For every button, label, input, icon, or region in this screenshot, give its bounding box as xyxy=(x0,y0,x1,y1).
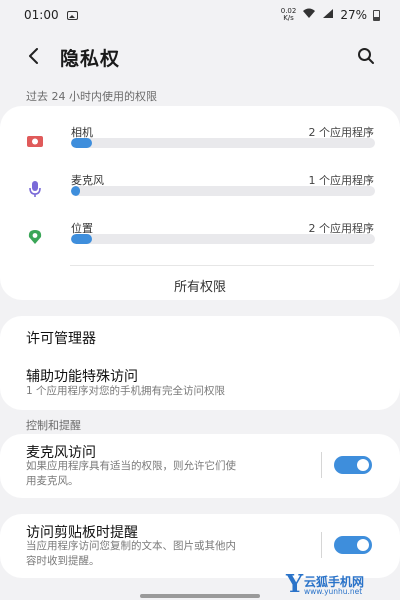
page-title: 隐私权 xyxy=(60,48,121,70)
wifi-icon xyxy=(302,8,316,22)
status-bar: 01:00 0.02 K/s 27% xyxy=(0,0,400,30)
permission-usage-card: 相机 2 个应用程序 麦克风 1 个应用程序 位置 2 个应用程序 所有权限 xyxy=(0,106,400,300)
microphone-icon xyxy=(26,180,44,198)
usage-bar-fill xyxy=(71,234,93,244)
mic-access-subtitle-line1: 如果应用程序具有适当的权限，则允许它们使 xyxy=(26,460,236,472)
camera-icon xyxy=(26,132,44,150)
divider xyxy=(321,452,322,478)
app-header: 隐私权 xyxy=(0,38,400,76)
image-notification-icon xyxy=(66,10,78,20)
accessibility-title: 辅助功能特殊访问 xyxy=(26,369,138,385)
signal-icon xyxy=(322,8,334,22)
clipboard-alert-card: 访问剪贴板时提醒 当应用程序访问您复制的文本、图片或其他内 容时收到提醒。 xyxy=(0,514,400,578)
battery-icon xyxy=(373,9,380,21)
manage-card: 许可管理器 辅助功能特殊访问 1 个应用程序对您的手机拥有完全访问权限 xyxy=(0,316,400,410)
mic-access-card: 麦克风访问 如果应用程序具有适当的权限，则允许它们使 用麦克风。 xyxy=(0,434,400,498)
mic-access-toggle[interactable] xyxy=(334,456,372,474)
toggle-knob xyxy=(357,459,369,471)
toggle-knob xyxy=(357,539,369,551)
all-permissions-button[interactable]: 所有权限 xyxy=(0,276,400,295)
search-button[interactable] xyxy=(354,44,378,68)
perm-row-camera[interactable]: 相机 2 个应用程序 xyxy=(0,124,400,164)
accessibility-subtitle: 1 个应用程序对您的手机拥有完全访问权限 xyxy=(26,385,226,397)
perm-row-microphone[interactable]: 麦克风 1 个应用程序 xyxy=(0,172,400,212)
usage-bar xyxy=(71,234,375,244)
clipboard-alert-subtitle-line1: 当应用程序访问您复制的文本、图片或其他内 xyxy=(26,540,236,552)
usage-bar-fill xyxy=(71,138,93,148)
clipboard-alert-toggle[interactable] xyxy=(334,536,372,554)
mic-access-subtitle-line2: 用麦克风。 xyxy=(26,475,79,487)
site-watermark: Y 云狐手机网 www.yunhu.net xyxy=(286,572,398,598)
location-icon xyxy=(26,228,44,246)
divider xyxy=(321,532,322,558)
watermark-logo: Y xyxy=(286,569,304,598)
search-icon xyxy=(358,48,374,64)
divider xyxy=(70,265,374,266)
permission-manager-item[interactable]: 许可管理器 xyxy=(0,316,400,352)
back-button[interactable] xyxy=(22,44,46,68)
accessibility-access-item[interactable]: 辅助功能特殊访问 1 个应用程序对您的手机拥有完全访问权限 xyxy=(0,356,400,410)
watermark-url: www.yunhu.net xyxy=(304,587,363,596)
network-speed: 0.02 K/s xyxy=(280,7,297,22)
controls-section-label: 控制和提醒 xyxy=(26,419,81,432)
perm-row-location[interactable]: 位置 2 个应用程序 xyxy=(0,220,400,260)
gesture-handle[interactable] xyxy=(140,594,260,598)
status-time: 01:00 xyxy=(24,8,59,22)
back-arrow-icon xyxy=(29,48,38,64)
usage-bar-fill xyxy=(71,186,81,196)
clipboard-alert-subtitle-line2: 容时收到提醒。 xyxy=(26,555,100,567)
permission-manager-title: 许可管理器 xyxy=(26,331,96,347)
battery-percent: 27% xyxy=(340,8,367,22)
usage-section-label: 过去 24 小时内使用的权限 xyxy=(26,90,157,103)
usage-bar xyxy=(71,186,375,196)
usage-bar xyxy=(71,138,375,148)
